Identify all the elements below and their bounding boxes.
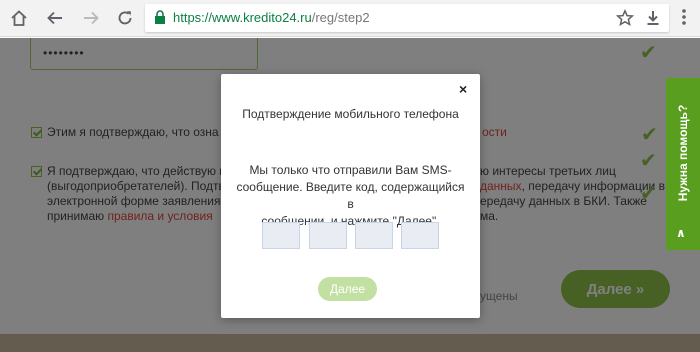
close-icon[interactable]: ×	[459, 81, 467, 97]
bookmark-star-icon[interactable]	[616, 9, 634, 27]
browser-toolbar: https://www.kredito24.ru/reg/step2	[0, 0, 700, 37]
help-tab-label: Нужна помощь?	[676, 104, 690, 202]
chevron-up-icon: ∧	[676, 226, 686, 240]
url-host: https://www.kredito24.ru	[173, 10, 312, 25]
sms-code-input-1[interactable]	[262, 222, 300, 249]
download-icon[interactable]	[644, 9, 662, 27]
modal-message: Мы только что отправили Вам SMS- сообщен…	[235, 162, 466, 230]
back-arrow-icon[interactable]	[42, 6, 68, 30]
sms-confirmation-modal: × Подтверждение мобильного телефона Мы т…	[221, 74, 480, 318]
sms-code-input-4[interactable]	[401, 222, 439, 249]
more-menu-icon[interactable]	[681, 8, 687, 26]
sms-code-input-2[interactable]	[309, 222, 347, 249]
modal-title: Подтверждение мобильного телефона	[242, 107, 459, 121]
reload-icon[interactable]	[112, 6, 138, 30]
url-path: /reg/step2	[311, 10, 370, 25]
lock-icon	[155, 10, 165, 24]
modal-message-line-1: Мы только что отправили Вам SMS-	[249, 163, 452, 177]
address-bar[interactable]: https://www.kredito24.ru/reg/step2	[145, 4, 669, 32]
home-icon[interactable]	[6, 6, 32, 30]
help-tab[interactable]: Нужна помощь? ∧	[666, 78, 700, 250]
url-text: https://www.kredito24.ru/reg/step2	[173, 10, 370, 26]
forward-arrow-icon[interactable]	[78, 6, 104, 30]
modal-message-line-2: сообщение. Введите код, содержащийся в	[236, 180, 465, 211]
confirm-next-button[interactable]: Далее	[318, 277, 377, 301]
sms-code-input-3[interactable]	[355, 222, 393, 249]
